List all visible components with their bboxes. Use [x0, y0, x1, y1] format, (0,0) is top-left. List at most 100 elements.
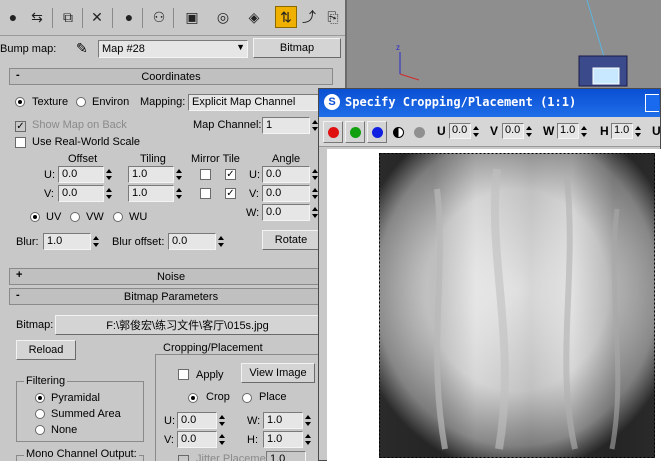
bitmap-parameters-rollout[interactable]: - Bitmap Parameters [9, 288, 333, 305]
crop-radio[interactable] [188, 393, 198, 403]
tiling-v-spinner[interactable] [175, 185, 184, 202]
offset-u-input[interactable]: 0.0 [58, 166, 104, 183]
dialog-u-spinner[interactable] [472, 123, 481, 140]
summed-area-label: Summed Area [51, 408, 121, 420]
tile-u-checkbox[interactable]: ✓ [225, 169, 236, 180]
eyedropper-icon[interactable]: ✎ [76, 40, 88, 57]
summed-area-radio[interactable] [35, 409, 45, 419]
map-name-dropdown[interactable]: Map #28 ▼ [98, 40, 248, 58]
angle-header: Angle [272, 153, 301, 165]
noise-rollout[interactable]: + Noise [9, 268, 333, 285]
tiling-header: Tiling [140, 153, 166, 165]
go-to-parent-icon[interactable]: ⇅ [275, 6, 297, 28]
dialog-v-input[interactable]: 0.0 [502, 123, 524, 139]
assign-material-icon[interactable]: ⧉ [57, 6, 79, 28]
blur-input[interactable]: 1.0 [43, 233, 91, 250]
minimize-button[interactable] [645, 94, 659, 112]
blur-offset-label: Blur offset: [112, 236, 165, 248]
show-map-icon[interactable]: ▣ [181, 6, 203, 28]
apply-checkbox[interactable] [178, 369, 189, 380]
offset-u-spinner[interactable] [105, 166, 114, 183]
crop-w-spinner[interactable] [304, 412, 313, 429]
monochrome-icon[interactable] [393, 127, 404, 138]
crop-w-label: W: [247, 415, 261, 427]
angle-w-input[interactable]: 0.0 [262, 204, 310, 221]
bitmap-preview-image [327, 149, 661, 461]
place-radio[interactable] [242, 393, 252, 403]
coordinates-rollout[interactable]: - Coordinates [9, 68, 333, 85]
dialog-title-bar[interactable]: S Specify Cropping/Placement (1:1) [319, 89, 660, 117]
angle-v-input[interactable]: 0.0 [262, 185, 310, 202]
get-material-icon[interactable]: ● [2, 6, 24, 28]
reload-button[interactable]: Reload [16, 340, 76, 360]
crop-u-input[interactable]: 0.0 [177, 412, 217, 429]
show-map-on-back-label: Show Map on Back [32, 119, 127, 131]
dialog-h-input[interactable]: 1.0 [611, 123, 633, 139]
blur-offset-spinner[interactable] [217, 233, 226, 250]
tiling-u-input[interactable]: 1.0 [128, 166, 174, 183]
dialog-w-input[interactable]: 1.0 [557, 123, 579, 139]
jitter-input[interactable]: 1.0 [266, 451, 306, 461]
gizmo-icon[interactable] [592, 67, 620, 85]
vw-radio[interactable] [70, 212, 80, 222]
real-world-scale-checkbox[interactable] [15, 137, 26, 148]
offset-v-spinner[interactable] [105, 185, 114, 202]
blur-spinner[interactable] [92, 233, 101, 250]
filter-none-radio[interactable] [35, 425, 45, 435]
crop-placement-dialog: S Specify Cropping/Placement (1:1) U 0.0… [318, 88, 661, 461]
crop-label: Crop [206, 391, 230, 403]
bitmap-path-button[interactable]: F:\郭俊宏\练习文件\客厅\015s.jpg [55, 315, 320, 335]
delete-icon[interactable]: ✕ [86, 6, 108, 28]
rotate-button[interactable]: Rotate [262, 230, 320, 250]
crop-h-spinner[interactable] [304, 431, 313, 448]
put-material-icon[interactable]: ⇆ [26, 6, 48, 28]
show-map-on-back-checkbox[interactable]: ✓ [15, 121, 26, 132]
tile-v-checkbox[interactable]: ✓ [225, 188, 236, 199]
crop-u-spinner[interactable] [218, 412, 227, 429]
dialog-v-spinner[interactable] [525, 123, 534, 140]
mapping-dropdown[interactable]: Explicit Map Channel [188, 94, 323, 111]
mono-channel-title: Mono Channel Output: [24, 448, 139, 460]
angle-u-input[interactable]: 0.0 [262, 166, 310, 183]
material-id-icon[interactable]: ⚇ [148, 6, 170, 28]
show-end-result-icon[interactable]: ◎ [212, 6, 234, 28]
mapping-label: Mapping: [140, 96, 186, 108]
wu-radio[interactable] [113, 212, 123, 222]
crop-w-input[interactable]: 1.0 [263, 412, 303, 429]
crop-h-input[interactable]: 1.0 [263, 431, 303, 448]
dialog-u-input[interactable]: 0.0 [449, 123, 471, 139]
chevron-down-icon: ▼ [236, 42, 245, 52]
selection-line [586, 0, 606, 61]
red-channel-icon [328, 127, 339, 138]
bitmap-preview-canvas[interactable] [327, 149, 661, 461]
map-channel-input[interactable]: 1 [262, 117, 310, 134]
dialog-h-spinner[interactable] [634, 123, 643, 140]
vw-label: VW [86, 211, 104, 223]
crop-v-input[interactable]: 0.0 [177, 431, 217, 448]
texture-radio[interactable] [15, 97, 25, 107]
background-icon[interactable]: ◈ [243, 6, 265, 28]
wu-label: WU [129, 211, 148, 223]
tiling-u-spinner[interactable] [175, 166, 184, 183]
tiling-v-input[interactable]: 1.0 [128, 185, 174, 202]
blur-offset-input[interactable]: 0.0 [168, 233, 216, 250]
go-forward-icon[interactable]: ⤴ [298, 6, 320, 28]
offset-v-input[interactable]: 0.0 [58, 185, 104, 202]
dialog-w-spinner[interactable] [580, 123, 589, 140]
environ-radio[interactable] [76, 97, 86, 107]
pyramidal-radio[interactable] [35, 393, 45, 403]
map-type-button[interactable]: Bitmap [253, 38, 341, 58]
material-toolbar: ● ⇆ ⧉ ✕ ● ⚇ ▣ ◎ ◈ ⇅ ⤴ ⎘ [0, 0, 345, 36]
uv-radio[interactable] [30, 212, 40, 222]
mirror-u-checkbox[interactable] [200, 169, 211, 180]
crop-v-spinner[interactable] [218, 431, 227, 448]
angle-u-label: U: [249, 169, 260, 181]
pick-from-object-icon[interactable]: ⎘ [322, 6, 344, 28]
alpha-icon[interactable] [414, 127, 425, 138]
jitter-checkbox[interactable] [178, 455, 189, 461]
map-channel-label: Map Channel: [193, 119, 262, 131]
view-image-button[interactable]: View Image [241, 363, 315, 383]
mirror-v-checkbox[interactable] [200, 188, 211, 199]
cropping-title: Cropping/Placement [161, 342, 265, 354]
make-unique-icon[interactable]: ● [118, 6, 140, 28]
